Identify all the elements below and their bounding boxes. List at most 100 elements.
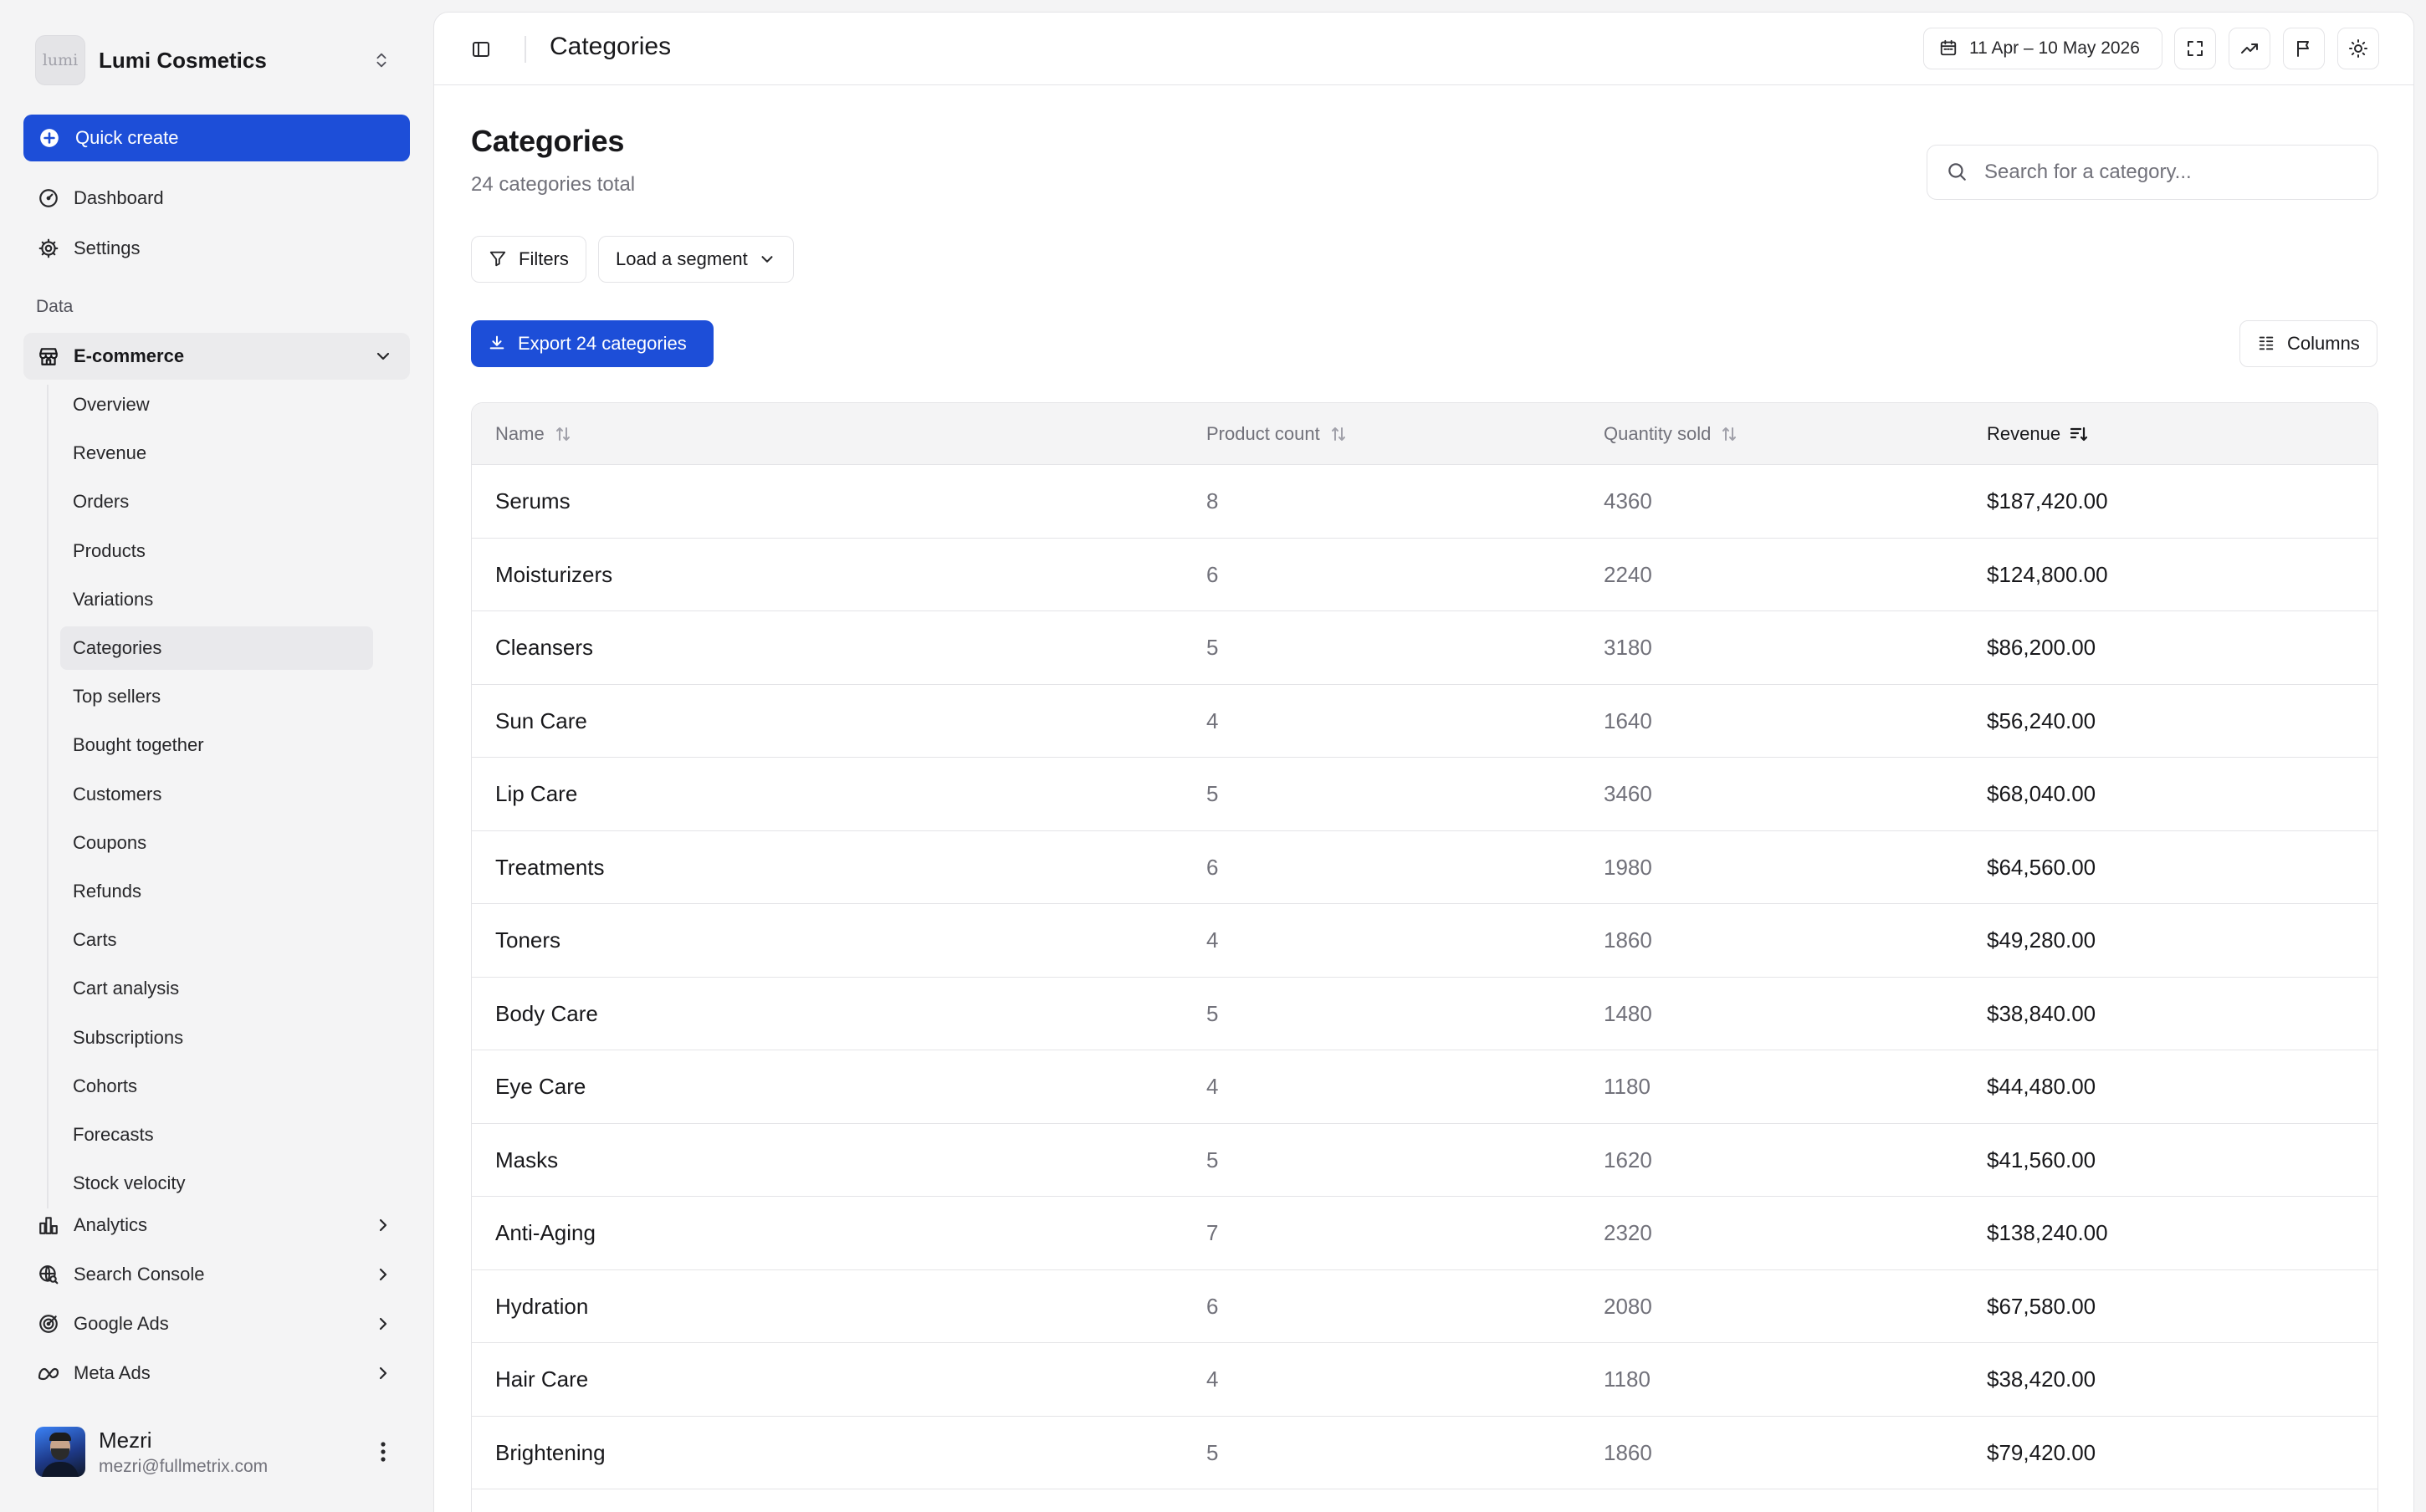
table-row[interactable]: Moisturizers 6 2240 $124,800.00 [472, 539, 2377, 611]
section-label-data: Data [36, 297, 74, 316]
table-row[interactable]: Brightening 5 1860 $79,420.00 [472, 1417, 2377, 1489]
org-switcher[interactable]: lumi Lumi Cosmetics [23, 23, 412, 97]
sidebar-item-search-console[interactable]: Search Console [23, 1251, 410, 1298]
filter-icon [489, 249, 509, 269]
export-button[interactable]: Export 24 categories [471, 320, 714, 367]
sub-tree-line [47, 385, 49, 1208]
product-count-cell: 5 [1206, 635, 1219, 660]
product-count-cell: 4 [1206, 1074, 1219, 1099]
sidebar-subitem-overview[interactable]: Overview [60, 383, 373, 427]
fullscreen-icon [2185, 38, 2205, 59]
quantity-sold-cell: 1640 [1604, 707, 1652, 733]
sun-icon [2348, 38, 2368, 59]
table-row[interactable]: Sun Care 4 1640 $56,240.00 [472, 685, 2377, 758]
sidebar-toggle-icon[interactable] [466, 34, 496, 64]
page-title: Categories [471, 124, 625, 158]
sidebar-subitem-coupons[interactable]: Coupons [60, 821, 373, 865]
sidebar-item-ecommerce[interactable]: E-commerce [23, 333, 410, 380]
avatar [35, 1427, 85, 1477]
load-segment-dropdown[interactable]: Load a segment [598, 236, 794, 283]
table-row[interactable]: Toners 4 1860 $49,280.00 [472, 904, 2377, 978]
table-row[interactable]: Serums 8 4360 $187,420.00 [472, 465, 2377, 539]
sidebar-item-label: Analytics [74, 1214, 148, 1235]
table-row[interactable]: Hair Care 4 1180 $38,420.00 [472, 1343, 2377, 1417]
gear-icon [37, 237, 60, 260]
quick-create-label: Quick create [75, 127, 179, 148]
sidebar-subitem-cohorts[interactable]: Cohorts [60, 1065, 373, 1108]
fullscreen-button[interactable] [2174, 28, 2216, 69]
filters-button[interactable]: Filters [471, 236, 586, 283]
quick-create-button[interactable]: Quick create [23, 115, 410, 161]
chevron-right-icon [371, 1312, 395, 1336]
sidebar-item-settings[interactable]: Settings [23, 225, 410, 272]
sidebar-item-label: Settings [74, 238, 141, 258]
chevron-right-icon [371, 1263, 395, 1286]
category-search[interactable] [1927, 145, 2378, 200]
sidebar-subitem-customers[interactable]: Customers [60, 773, 373, 816]
table-row[interactable]: Hydration 6 2080 $67,580.00 [472, 1270, 2377, 1343]
sort-icon [1719, 424, 1739, 444]
sidebar-item-dashboard[interactable]: Dashboard [23, 175, 410, 222]
sidebar-subitem-bought-together[interactable]: Bought together [60, 723, 373, 767]
header-quantity-sold[interactable]: Quantity sold [1604, 423, 1739, 445]
columns-label: Columns [2287, 333, 2360, 354]
header-product-count[interactable]: Product count [1206, 423, 1349, 445]
search-icon [1946, 161, 1969, 184]
more-vertical-icon[interactable] [366, 1435, 400, 1469]
product-count-cell: 5 [1206, 1439, 1219, 1465]
columns-button[interactable]: Columns [2239, 320, 2377, 367]
revenue-cell: $138,240.00 [1987, 1220, 2108, 1245]
sidebar-item-label: Meta Ads [74, 1362, 151, 1383]
category-name-cell: Body Care [495, 1000, 598, 1026]
header-label: Quantity sold [1604, 423, 1712, 444]
sidebar-subitem-cart-analysis[interactable]: Cart analysis [60, 967, 373, 1010]
sidebar-subitem-forecasts[interactable]: Forecasts [60, 1113, 373, 1157]
revenue-cell: $56,240.00 [1987, 707, 2096, 733]
search-input[interactable] [1984, 161, 2377, 184]
sidebar-item-analytics[interactable]: Analytics [23, 1202, 410, 1249]
quantity-sold-cell: 2320 [1604, 1220, 1652, 1245]
table-row[interactable]: Treatments 6 1980 $64,560.00 [472, 831, 2377, 904]
quantity-sold-cell: 1180 [1604, 1366, 1651, 1392]
category-name-cell: Eye Care [495, 1074, 586, 1099]
product-count-cell: 4 [1206, 927, 1219, 953]
sidebar-item-google-ads[interactable]: Google Ads [23, 1300, 410, 1347]
table-row[interactable]: Lip Care 5 3460 $68,040.00 [472, 758, 2377, 831]
product-count-cell: 6 [1206, 1293, 1219, 1319]
sidebar-subitem-carts[interactable]: Carts [60, 918, 373, 962]
trend-button[interactable] [2229, 28, 2270, 69]
breadcrumb-title: Categories [550, 33, 672, 60]
header-revenue[interactable]: Revenue [1987, 423, 2089, 445]
sidebar-subitem-subscriptions[interactable]: Subscriptions [60, 1016, 373, 1060]
columns-icon [2257, 334, 2277, 354]
plus-circle-icon [38, 127, 60, 149]
table-body: Serums 8 4360 $187,420.00 Moisturizers 6 2240 $… [472, 465, 2377, 1489]
bar-chart-icon [37, 1213, 60, 1237]
user-menu[interactable]: Mezri mezri@fullmetrix.com [23, 1412, 412, 1492]
table-row[interactable]: Anti-Aging 7 2320 $138,240.00 [472, 1197, 2377, 1270]
sidebar-subitem-orders[interactable]: Orders [60, 480, 373, 524]
category-name-cell: Moisturizers [495, 561, 613, 587]
sidebar-item-meta-ads[interactable]: Meta Ads [23, 1350, 410, 1397]
sidebar-subitem-stock-velocity[interactable]: Stock velocity [60, 1162, 373, 1205]
sidebar-subitem-products[interactable]: Products [60, 529, 373, 573]
table-row[interactable]: Masks 5 1620 $41,560.00 [472, 1124, 2377, 1197]
header-name[interactable]: Name [495, 423, 573, 445]
sidebar-subitem-variations[interactable]: Variations [60, 578, 373, 621]
export-label: Export 24 categories [518, 333, 687, 354]
table-row[interactable]: Eye Care 4 1180 $44,480.00 [472, 1050, 2377, 1124]
theme-button[interactable] [2337, 28, 2379, 69]
sidebar-item-label: Dashboard [74, 187, 164, 208]
product-count-cell: 8 [1206, 488, 1219, 513]
table-row[interactable]: Cleansers 5 3180 $86,200.00 [472, 611, 2377, 685]
sidebar-subitem-top-sellers[interactable]: Top sellers [60, 675, 373, 718]
sidebar-subitem-categories[interactable]: Categories [60, 626, 373, 670]
revenue-cell: $67,580.00 [1987, 1293, 2096, 1319]
flag-button[interactable] [2283, 28, 2325, 69]
category-name-cell: Lip Care [495, 781, 578, 806]
topbar-divider [525, 36, 526, 63]
sidebar-subitem-refunds[interactable]: Refunds [60, 870, 373, 913]
table-row[interactable]: Body Care 5 1480 $38,840.00 [472, 978, 2377, 1050]
sidebar-subitem-revenue[interactable]: Revenue [60, 432, 373, 475]
date-range-picker[interactable]: 11 Apr – 10 May 2026 [1923, 28, 2162, 69]
